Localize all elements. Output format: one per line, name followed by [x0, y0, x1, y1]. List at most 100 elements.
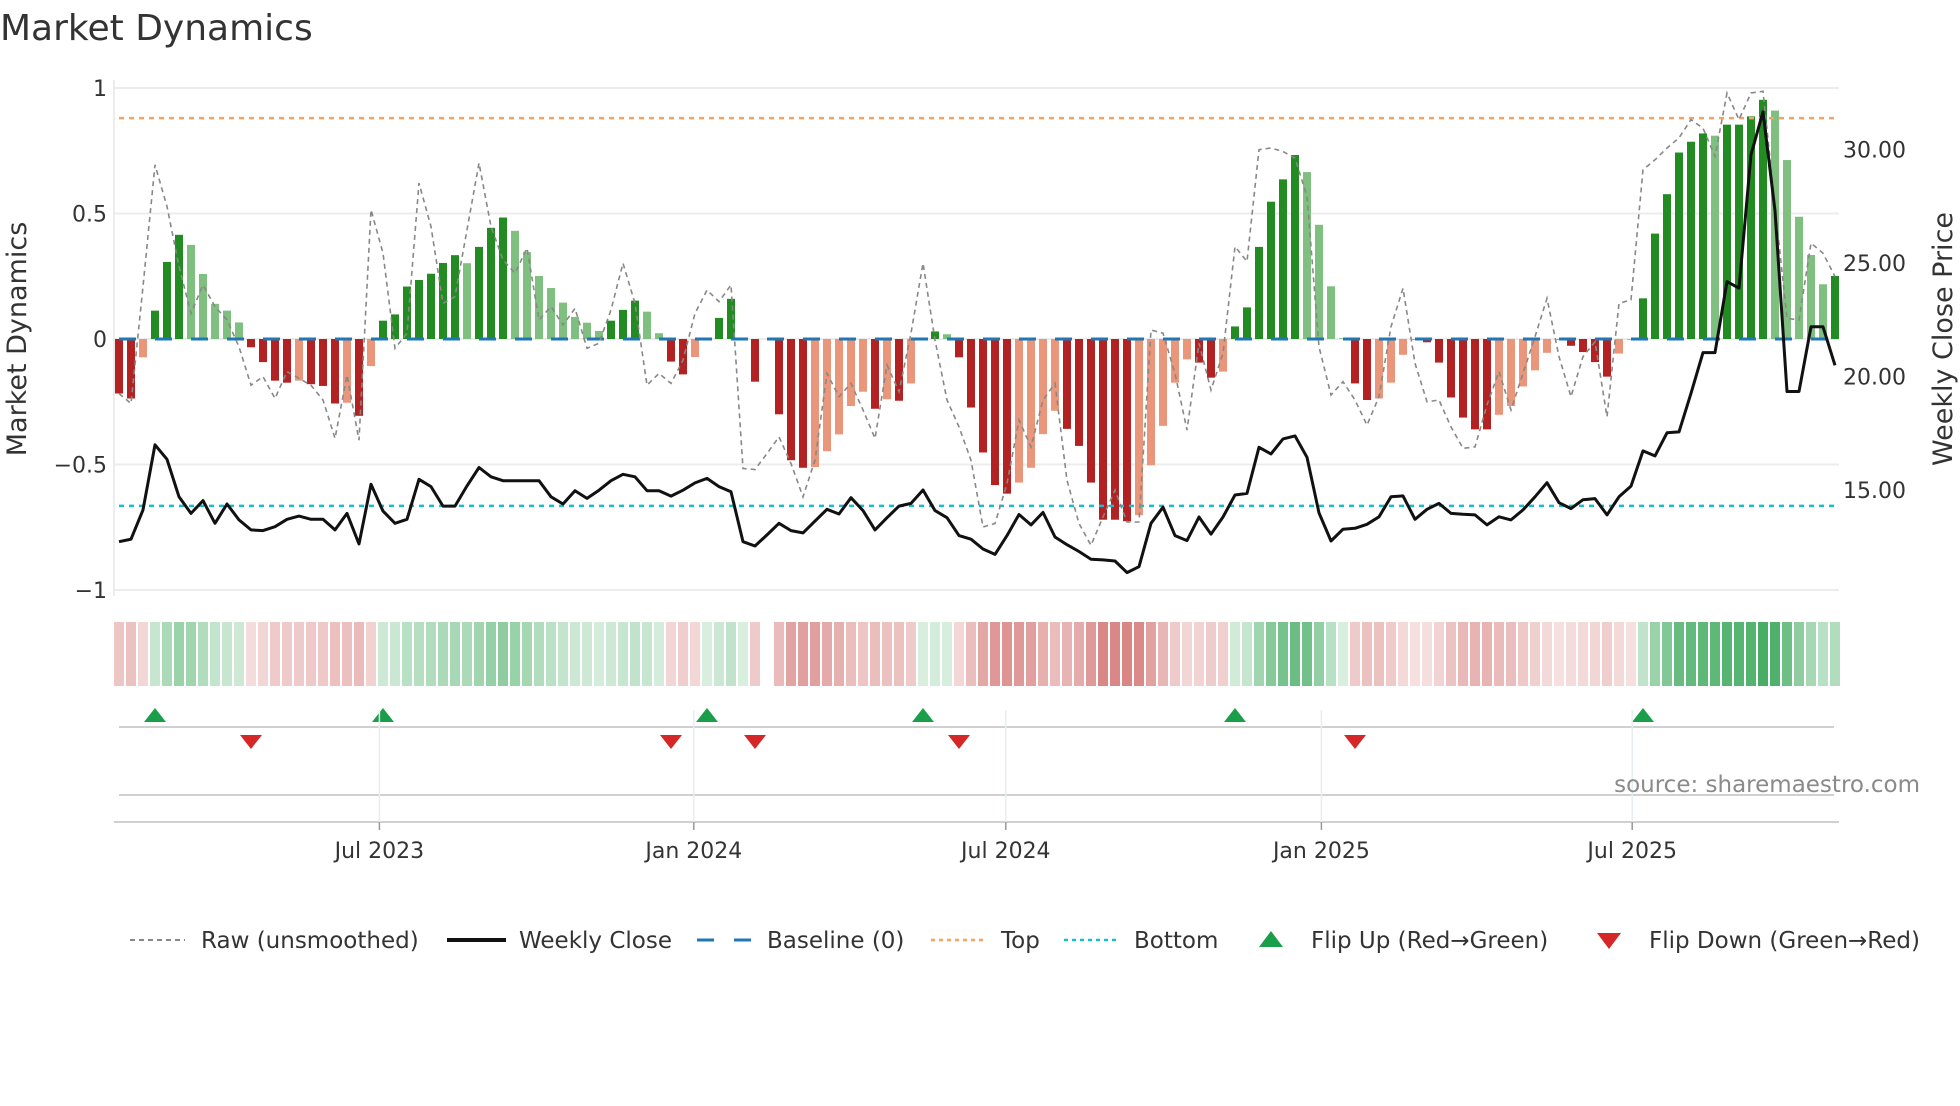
heat-cell [1806, 622, 1816, 686]
heat-cell [894, 622, 904, 686]
x-tick-label: Jul 2023 [333, 839, 425, 864]
y2-tick-label: 20.00 [1843, 366, 1906, 391]
x-tick-label: Jan 2024 [643, 839, 742, 864]
dynamics-bar [607, 320, 615, 339]
heat-cell [1422, 622, 1432, 686]
dynamics-bar [1447, 339, 1455, 398]
dynamics-bar [1267, 201, 1275, 339]
heat-cell [1626, 622, 1636, 686]
y2-axis-label: Weekly Close Price [1928, 212, 1959, 466]
dynamics-bar [163, 261, 171, 339]
heat-cell [594, 622, 604, 686]
heat-strip [114, 622, 1840, 686]
dynamics-bar [679, 339, 687, 375]
heat-cell [1134, 622, 1144, 686]
heat-cell [1146, 622, 1156, 686]
heat-cell [1482, 622, 1492, 686]
flip-up-marker [1632, 708, 1654, 722]
heat-cell [1182, 622, 1192, 686]
heat-cell [1638, 622, 1648, 686]
dynamics-bar [883, 339, 891, 400]
heat-cell [1602, 622, 1612, 686]
dynamics-bar [1495, 339, 1503, 415]
heat-cell [1830, 622, 1840, 686]
heat-cell [1122, 622, 1132, 686]
dynamics-bar [1039, 339, 1047, 435]
heat-cell [1062, 622, 1072, 686]
heat-cell [786, 622, 796, 686]
heat-cell [126, 622, 136, 686]
flip-down-marker [744, 735, 766, 749]
heat-cell [1374, 622, 1384, 686]
heat-cell [1242, 622, 1252, 686]
dynamics-bar [199, 273, 207, 339]
dynamics-bar [271, 339, 279, 381]
heat-cell [1746, 622, 1756, 686]
heat-cell [1410, 622, 1420, 686]
y2-tick-label: 15.00 [1843, 479, 1906, 504]
dynamics-bar [1231, 326, 1239, 339]
heat-cell [1038, 622, 1048, 686]
flip-up-marker [696, 708, 718, 722]
heat-cell [294, 622, 304, 686]
dynamics-bar [643, 311, 651, 339]
heat-cell [966, 622, 976, 686]
heat-cell [1674, 622, 1684, 686]
heat-cell [1818, 622, 1828, 686]
dynamics-bar [871, 339, 879, 409]
legend-baseline-label: Baseline (0) [767, 928, 904, 954]
heat-cell [198, 622, 208, 686]
heat-cell [582, 622, 592, 686]
dynamics-bar [427, 273, 435, 339]
dynamics-bar [403, 286, 411, 339]
heat-cell [1098, 622, 1108, 686]
dynamics-bar [523, 252, 531, 339]
dynamics-bar [1183, 339, 1191, 360]
dynamics-bar [1483, 339, 1491, 430]
heat-cell [1506, 622, 1516, 686]
dynamics-bar [499, 217, 507, 339]
flip-panel [114, 726, 1839, 823]
heat-cell [1530, 622, 1540, 686]
heat-cell [606, 622, 616, 686]
dynamics-bar [343, 339, 351, 403]
flip-markers [144, 708, 1654, 749]
dynamics-bar [1207, 339, 1215, 378]
heat-cell [798, 622, 808, 686]
legend-flip-up-label: Flip Up (Red→Green) [1311, 928, 1548, 954]
legend-top-label: Top [1000, 928, 1040, 954]
x-tick-label: Jan 2025 [1271, 839, 1370, 864]
dynamics-bar [1375, 339, 1383, 399]
heat-cell [1782, 622, 1792, 686]
legend-flip-down-icon [1597, 933, 1621, 949]
dynamics-bar [1675, 152, 1683, 339]
dynamics-bar [187, 244, 195, 339]
heat-cell [1590, 622, 1600, 686]
heat-cell [114, 622, 124, 686]
flip-up-marker [1224, 708, 1246, 722]
dynamics-bar [1651, 233, 1659, 339]
dynamics-bar [115, 339, 123, 394]
heat-cell [1302, 622, 1312, 686]
dynamics-bar [1327, 286, 1335, 339]
dynamics-bar [367, 339, 375, 367]
heat-cell [1314, 622, 1324, 686]
dynamics-bar [1387, 339, 1395, 383]
dynamics-bar [979, 339, 987, 453]
source-label: source: sharemaestro.com [1614, 772, 1920, 798]
dynamics-bar [379, 320, 387, 339]
heat-cell [1698, 622, 1708, 686]
dynamics-bar [1459, 339, 1467, 418]
dynamics-bar [571, 316, 579, 339]
heat-cell [642, 622, 652, 686]
heat-cell [1722, 622, 1732, 686]
legend-close-label: Weekly Close [519, 928, 672, 954]
dynamics-bar [1063, 339, 1071, 429]
dynamics-bar [1603, 339, 1611, 377]
dynamics-bar [511, 230, 519, 339]
legend-bottom-label: Bottom [1134, 928, 1218, 954]
flip-down-marker [660, 735, 682, 749]
dynamics-bar [475, 246, 483, 339]
heat-cell [270, 622, 280, 686]
heat-cell [378, 622, 388, 686]
